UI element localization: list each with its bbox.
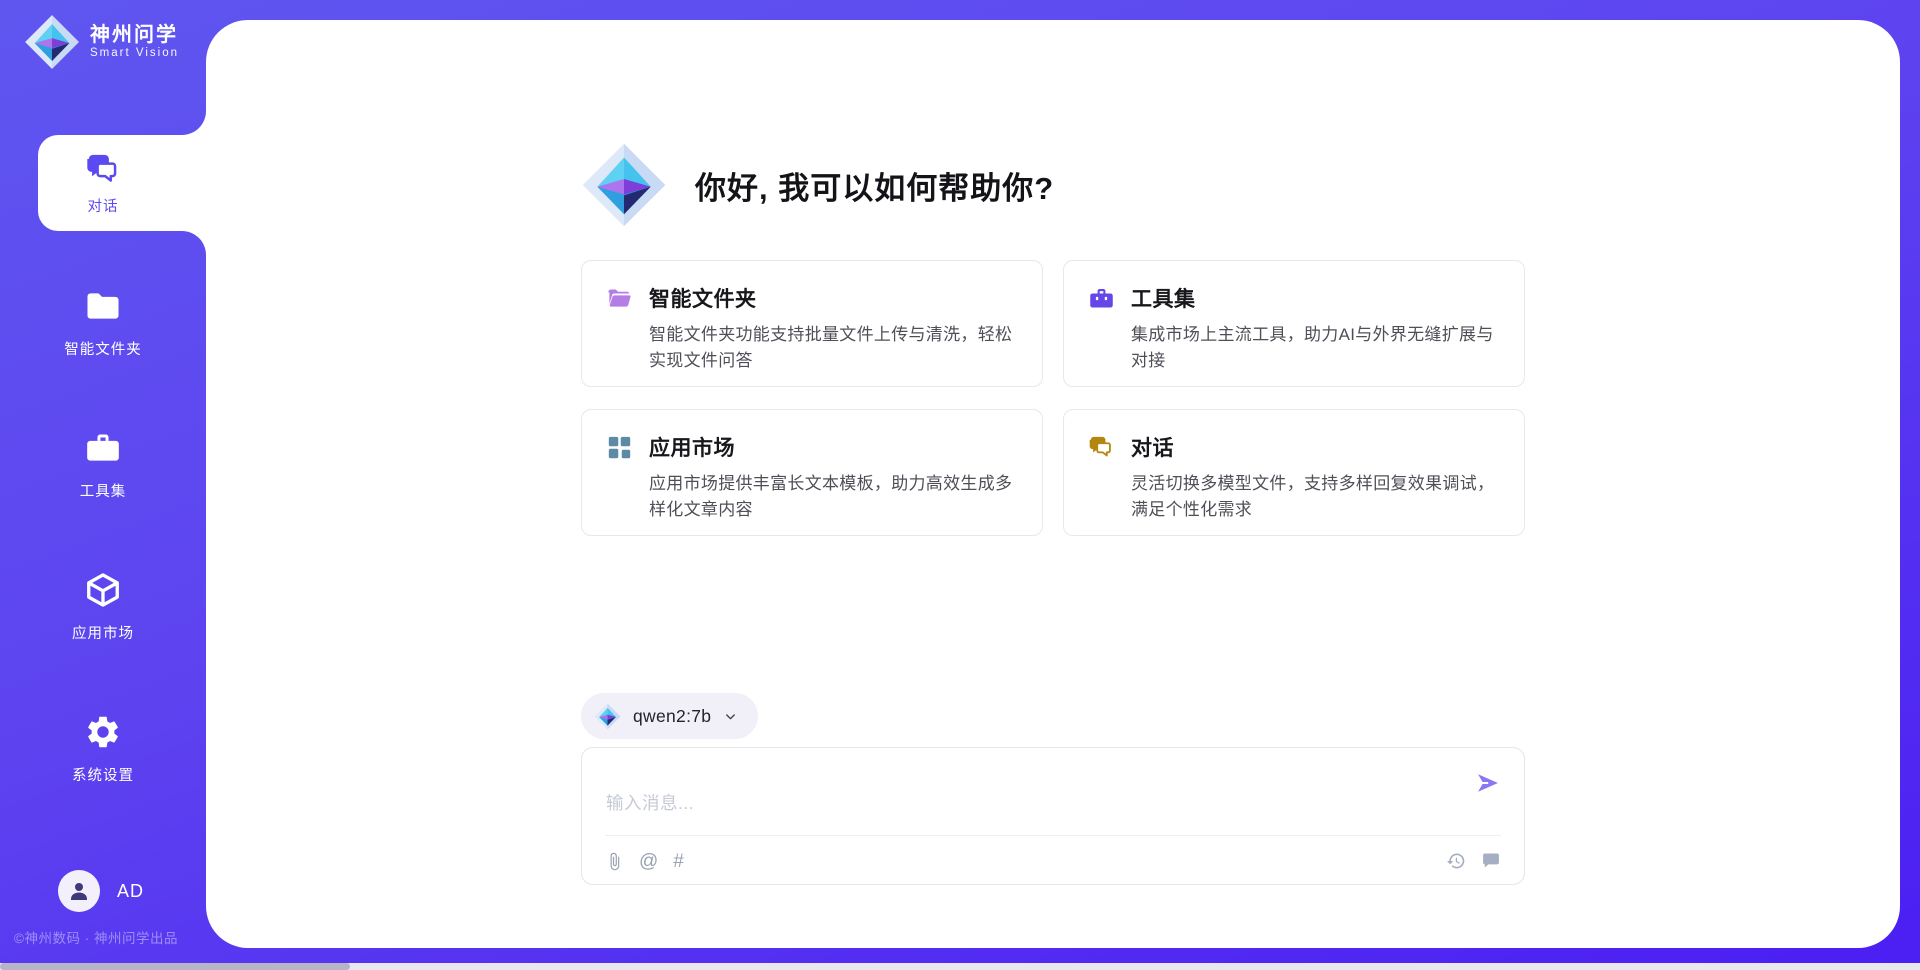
toolbox-icon: [84, 429, 122, 467]
chat-icon: [85, 151, 122, 188]
feature-cards: 智能文件夹 智能文件夹功能支持批量文件上传与清洗，轻松实现文件问答 工具集 集成…: [581, 260, 1525, 536]
sidebar-item-settings[interactable]: 系统设置: [0, 678, 206, 820]
composer-divider: [605, 835, 1501, 836]
brand-diamond-icon: [594, 703, 621, 730]
chevron-down-icon: [723, 709, 738, 724]
card-chat[interactable]: 对话 灵活切换多模型文件，支持多样回复效果调试，满足个性化需求: [1063, 409, 1525, 536]
new-chat-button[interactable]: [1481, 851, 1501, 871]
sidebar-item-label: 智能文件夹: [64, 338, 142, 359]
folder-icon: [84, 287, 122, 325]
card-title: 对话: [1131, 432, 1174, 462]
sidebar-nav: 智能文件夹 工具集 应用市场 系统设置: [0, 252, 206, 820]
folder-open-icon: [606, 285, 633, 312]
brand-diamond-icon: [581, 142, 667, 228]
history-button[interactable]: [1446, 851, 1466, 871]
scrollbar-thumb[interactable]: [0, 963, 350, 970]
hash-icon: #: [673, 852, 684, 871]
paperclip-icon: [605, 852, 624, 871]
chat-solid-icon: [1481, 851, 1501, 871]
message-input[interactable]: [582, 748, 1524, 834]
brand-subtitle: Smart Vision: [90, 47, 179, 60]
composer-toolbar: @ #: [605, 847, 1501, 875]
attach-file-button[interactable]: [605, 852, 624, 871]
sidebar-item-label: 系统设置: [72, 764, 134, 785]
avatar: [58, 870, 100, 912]
card-smart-folder[interactable]: 智能文件夹 智能文件夹功能支持批量文件上传与清洗，轻松实现文件问答: [581, 260, 1043, 387]
copyright-text: ©神州数码 · 神州问学出品: [14, 927, 178, 947]
card-description: 灵活切换多模型文件，支持多样回复效果调试，满足个性化需求: [1131, 471, 1500, 524]
person-icon: [67, 879, 91, 903]
greeting: 你好, 我可以如何帮助你?: [581, 142, 1525, 228]
chat-icon: [1088, 434, 1115, 461]
main-content: 你好, 我可以如何帮助你? 智能文件夹 智能文件夹功能支持批量文件上传与清洗，轻…: [206, 20, 1900, 948]
send-icon: [1474, 769, 1502, 797]
send-button[interactable]: [1474, 769, 1502, 797]
sidebar-item-smart-folder[interactable]: 智能文件夹: [0, 252, 206, 394]
model-selector-value: qwen2:7b: [633, 706, 711, 727]
card-title: 应用市场: [649, 432, 735, 462]
history-icon: [1446, 851, 1466, 871]
sidebar: 神州问学 Smart Vision 对话 智能文件夹 工具集 应用市场 系统设置: [0, 0, 206, 970]
brand-diamond-icon: [24, 14, 80, 70]
user-profile[interactable]: AD: [58, 870, 144, 912]
card-description: 应用市场提供丰富长文本模板，助力高效生成多样化文章内容: [649, 471, 1018, 524]
at-icon: @: [639, 852, 658, 871]
grid-icon: [606, 434, 633, 461]
greeting-title: 你好, 我可以如何帮助你?: [695, 163, 1054, 208]
topic-button[interactable]: #: [673, 852, 684, 871]
model-selector[interactable]: qwen2:7b: [581, 693, 758, 739]
sidebar-item-app-market[interactable]: 应用市场: [0, 536, 206, 678]
card-app-market[interactable]: 应用市场 应用市场提供丰富长文本模板，助力高效生成多样化文章内容: [581, 409, 1043, 536]
sidebar-item-label: 对话: [88, 195, 119, 216]
sidebar-item-toolset[interactable]: 工具集: [0, 394, 206, 536]
cube-icon: [84, 571, 122, 609]
user-name: AD: [117, 881, 144, 902]
toolbox-icon: [1088, 285, 1115, 312]
sidebar-item-label: 应用市场: [72, 622, 134, 643]
card-description: 集成市场上主流工具，助力AI与外界无缝扩展与对接: [1131, 322, 1500, 375]
card-toolset[interactable]: 工具集 集成市场上主流工具，助力AI与外界无缝扩展与对接: [1063, 260, 1525, 387]
card-description: 智能文件夹功能支持批量文件上传与清洗，轻松实现文件问答: [649, 322, 1018, 375]
brand: 神州问学 Smart Vision: [24, 14, 179, 70]
card-title: 智能文件夹: [649, 283, 757, 313]
card-title: 工具集: [1131, 283, 1196, 313]
sidebar-item-chat[interactable]: 对话: [0, 135, 206, 231]
mention-button[interactable]: @: [639, 852, 658, 871]
horizontal-scrollbar: [0, 963, 1920, 970]
sidebar-item-label: 工具集: [80, 480, 127, 501]
message-composer: @ #: [581, 747, 1525, 885]
brand-name: 神州问学: [90, 24, 179, 47]
gear-icon: [84, 713, 122, 751]
